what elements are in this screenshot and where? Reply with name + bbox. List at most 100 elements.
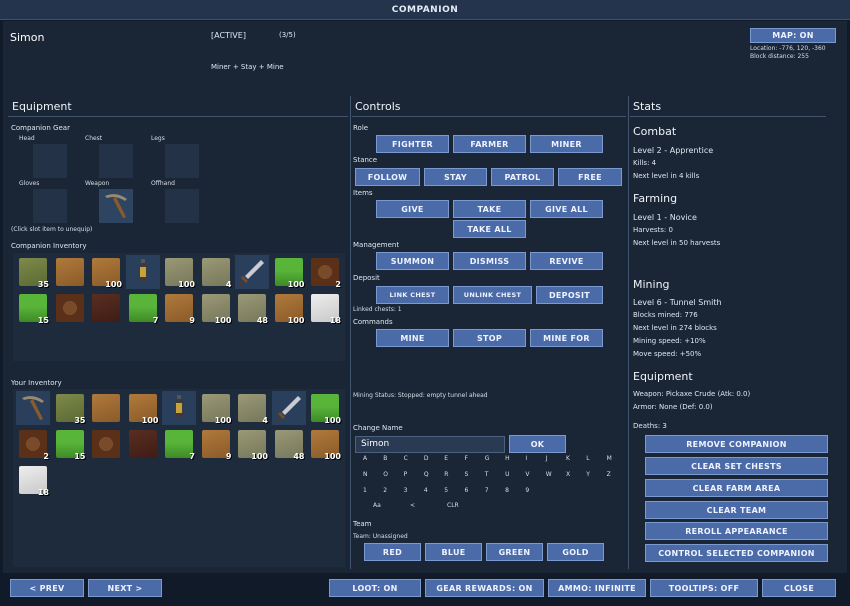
key-b[interactable]: B — [383, 455, 387, 462]
role-farmer-button[interactable]: FARMER — [453, 135, 526, 153]
companion-inventory-slot[interactable] — [235, 255, 269, 289]
mine-button[interactable]: MINE — [376, 329, 449, 347]
gloves-slot[interactable] — [33, 189, 67, 223]
take-all-button[interactable]: TAKE ALL — [453, 220, 526, 238]
weapon-slot[interactable] — [99, 189, 133, 223]
key-9[interactable]: 9 — [525, 487, 529, 494]
key-d[interactable]: D — [424, 455, 429, 462]
key-y[interactable]: Y — [586, 471, 590, 478]
gear-rewards-toggle-button[interactable]: GEAR REWARDS: ON — [425, 579, 544, 597]
key-z[interactable]: Z — [607, 471, 611, 478]
key-6[interactable]: 6 — [465, 487, 469, 494]
role-fighter-button[interactable]: FIGHTER — [376, 135, 449, 153]
companion-inventory-slot[interactable]: 100 — [272, 291, 306, 325]
summon-button[interactable]: SUMMON — [376, 252, 449, 270]
your-inventory-slot[interactable]: 100 — [235, 427, 269, 461]
key-q[interactable]: Q — [424, 471, 429, 478]
your-inventory-slot[interactable]: 15 — [53, 427, 87, 461]
give-all-button[interactable]: GIVE ALL — [530, 200, 603, 218]
team-green-button[interactable]: GREEN — [486, 543, 543, 561]
companion-inventory-slot[interactable]: 7 — [126, 291, 160, 325]
head-slot[interactable] — [33, 144, 67, 178]
legs-slot[interactable] — [165, 144, 199, 178]
key-1[interactable]: 1 — [363, 487, 367, 494]
key-n[interactable]: N — [363, 471, 368, 478]
clear-farm-area-button[interactable]: CLEAR FARM AREA — [645, 479, 828, 497]
your-inventory-slot[interactable]: 35 — [53, 391, 87, 425]
companion-inventory-slot[interactable] — [89, 291, 123, 325]
key-<[interactable]: < — [410, 502, 415, 509]
deposit-button[interactable]: DEPOSIT — [536, 286, 603, 304]
stance-stay-button[interactable]: STAY — [424, 168, 487, 186]
next-button[interactable]: NEXT > — [88, 579, 162, 597]
your-inventory-slot[interactable]: 2 — [16, 427, 50, 461]
your-inventory-slot[interactable]: 9 — [199, 427, 233, 461]
companion-inventory-slot[interactable]: 100 — [162, 255, 196, 289]
key-4[interactable]: 4 — [424, 487, 428, 494]
your-inventory-slot[interactable]: 100 — [199, 391, 233, 425]
team-blue-button[interactable]: BLUE — [425, 543, 482, 561]
key-7[interactable]: 7 — [485, 487, 489, 494]
key-f[interactable]: F — [465, 455, 468, 462]
key-m[interactable]: M — [607, 455, 612, 462]
your-inventory-slot[interactable]: 4 — [235, 391, 269, 425]
loot-toggle-button[interactable]: LOOT: ON — [329, 579, 421, 597]
key-v[interactable]: V — [525, 471, 529, 478]
key-5[interactable]: 5 — [444, 487, 448, 494]
clear-set-chests-button[interactable]: CLEAR SET CHESTS — [645, 457, 828, 475]
companion-inventory-slot[interactable]: 48 — [235, 291, 269, 325]
your-inventory-slot[interactable]: 100 — [308, 391, 342, 425]
ok-button[interactable]: OK — [509, 435, 566, 453]
key-t[interactable]: T — [485, 471, 489, 478]
key-e[interactable]: E — [444, 455, 448, 462]
key-a[interactable]: A — [363, 455, 367, 462]
reroll-appearance-button[interactable]: REROLL APPEARANCE — [645, 522, 828, 540]
key-p[interactable]: P — [404, 471, 408, 478]
close-button[interactable]: CLOSE — [762, 579, 836, 597]
key-2[interactable]: 2 — [383, 487, 387, 494]
companion-inventory-slot[interactable] — [53, 255, 87, 289]
key-8[interactable]: 8 — [505, 487, 509, 494]
key-j[interactable]: J — [546, 455, 548, 462]
control-selected-companion-button[interactable]: CONTROL SELECTED COMPANION — [645, 544, 828, 562]
key-o[interactable]: O — [383, 471, 388, 478]
offhand-slot[interactable] — [165, 189, 199, 223]
give-button[interactable]: GIVE — [376, 200, 449, 218]
your-inventory-slot[interactable]: 7 — [162, 427, 196, 461]
key-r[interactable]: R — [444, 471, 448, 478]
link-chest-button[interactable]: LINK CHEST — [376, 286, 449, 304]
key-u[interactable]: U — [505, 471, 509, 478]
your-inventory-slot[interactable] — [162, 391, 196, 425]
key-w[interactable]: W — [546, 471, 552, 478]
your-inventory-slot[interactable] — [89, 391, 123, 425]
your-inventory-slot[interactable]: 100 — [126, 391, 160, 425]
key-3[interactable]: 3 — [404, 487, 408, 494]
take-button[interactable]: TAKE — [453, 200, 526, 218]
key-s[interactable]: S — [465, 471, 469, 478]
team-gold-button[interactable]: GOLD — [547, 543, 604, 561]
companion-inventory-slot[interactable]: 15 — [16, 291, 50, 325]
key-c[interactable]: C — [404, 455, 408, 462]
dismiss-button[interactable]: DISMISS — [453, 252, 526, 270]
role-miner-button[interactable]: MINER — [530, 135, 603, 153]
tooltips-toggle-button[interactable]: TOOLTIPS: OFF — [650, 579, 758, 597]
companion-inventory-slot[interactable]: 4 — [199, 255, 233, 289]
unlink-chest-button[interactable]: UNLINK CHEST — [453, 286, 532, 304]
companion-inventory-slot[interactable]: 100 — [272, 255, 306, 289]
key-i[interactable]: I — [525, 455, 527, 462]
companion-inventory-slot[interactable]: 35 — [16, 255, 50, 289]
key-aa[interactable]: Aa — [373, 502, 381, 509]
companion-inventory-slot[interactable]: 2 — [308, 255, 342, 289]
ammo-toggle-button[interactable]: AMMO: INFINITE — [548, 579, 646, 597]
your-inventory-slot[interactable]: 100 — [308, 427, 342, 461]
key-l[interactable]: L — [586, 455, 589, 462]
stance-patrol-button[interactable]: PATROL — [491, 168, 554, 186]
key-g[interactable]: G — [485, 455, 490, 462]
key-clr[interactable]: CLR — [447, 502, 459, 509]
companion-inventory-slot[interactable] — [53, 291, 87, 325]
team-red-button[interactable]: RED — [364, 543, 421, 561]
companion-inventory-slot[interactable]: 100 — [89, 255, 123, 289]
stance-follow-button[interactable]: FOLLOW — [355, 168, 420, 186]
your-inventory-slot[interactable] — [126, 427, 160, 461]
clear-team-button[interactable]: CLEAR TEAM — [645, 501, 828, 519]
